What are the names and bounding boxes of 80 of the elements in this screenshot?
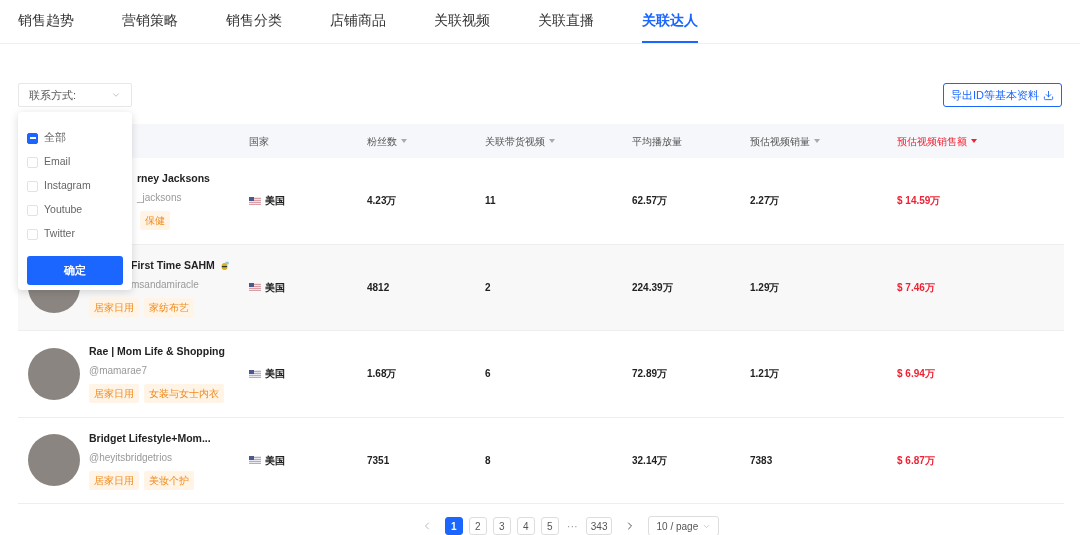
us-flag-icon	[249, 456, 261, 465]
tab[interactable]: 销售分类	[226, 0, 282, 43]
tab[interactable]: 店铺商品	[330, 0, 386, 43]
table-cell-text: 8	[485, 453, 492, 468]
table-cell-text: 72.89万	[632, 367, 669, 382]
table-cell-text: 6	[485, 367, 492, 382]
column-header[interactable]: 预估视频销量	[750, 133, 810, 149]
table-cell-text: 32.14万	[632, 453, 669, 468]
creator-name: First Time SAHM	[131, 257, 215, 273]
page-button[interactable]: 5	[540, 517, 559, 535]
table-cell-text: 11	[485, 194, 497, 209]
table-cell-text: 224.39万	[632, 280, 674, 295]
category-tag: 美妆个护	[144, 470, 194, 490]
page-button[interactable]: 2	[468, 517, 487, 535]
category-tag: 保健	[140, 211, 170, 231]
creator-handle: @heyitsbridgetrios	[89, 450, 173, 465]
table-cell-text: $ 6.94万	[897, 367, 936, 382]
table-cell-text: $ 7.46万	[897, 280, 936, 295]
creator-handle: @mamarae7	[89, 364, 148, 379]
download-icon	[1043, 89, 1054, 101]
table-cell-text: $ 14.59万	[897, 194, 942, 209]
option-label: Youtube	[44, 202, 83, 218]
table-cell-text: 2.27万	[750, 194, 781, 209]
filter-select[interactable]: 联系方式:	[18, 83, 132, 107]
page-button[interactable]: 3	[492, 517, 511, 535]
creator-name: rney Jacksons	[137, 171, 210, 187]
page-size-select[interactable]: 10 / page	[648, 516, 720, 535]
creator-handle: msandamiracle	[131, 277, 200, 292]
column-header[interactable]: 预估视频销售额	[897, 133, 967, 149]
us-flag-icon	[249, 196, 261, 205]
option-label: Email	[44, 154, 71, 170]
tab[interactable]: 关联直播	[538, 0, 594, 43]
tab[interactable]: 关联达人	[642, 0, 698, 43]
avatar-placeholder	[28, 347, 80, 400]
option-label: 全部	[44, 130, 66, 146]
sort-caret-icon[interactable]	[814, 139, 820, 143]
sort-caret-icon[interactable]	[971, 139, 977, 143]
category-tag: 居家日用	[89, 384, 139, 404]
category-tag: 居家日用	[89, 470, 139, 490]
tab[interactable]: 营销策略	[122, 0, 178, 43]
sort-caret-icon[interactable]	[549, 139, 555, 143]
page-button[interactable]: 1	[444, 517, 463, 535]
sort-caret-icon[interactable]	[401, 139, 407, 143]
column-header[interactable]: 粉丝数	[367, 133, 397, 149]
table-cell-text: 1.21万	[750, 367, 781, 382]
country-text: 美国	[265, 194, 285, 209]
tab[interactable]: 销售趋势	[18, 0, 74, 43]
table-cell-text: $ 6.87万	[897, 453, 936, 468]
creator-name: Rae | Mom Life & Shopping	[89, 344, 225, 360]
export-button[interactable]: 导出ID等基本资料	[943, 83, 1062, 107]
category-tag: 家纺布艺	[144, 297, 194, 317]
chevron-down-icon	[111, 90, 121, 100]
column-header: 平均播放量	[632, 134, 682, 149]
checkbox[interactable]	[27, 132, 38, 144]
table-cell-text: 4.23万	[367, 194, 398, 209]
us-flag-icon	[249, 283, 261, 292]
page-button[interactable]: 4	[516, 517, 535, 535]
creator-name: Bridget Lifestyle+Mom...	[89, 430, 211, 446]
country-text: 美国	[265, 453, 285, 468]
option-label: Twitter	[44, 226, 75, 242]
confirm-button[interactable]: 确定	[27, 256, 123, 285]
table-cell-text: 1.68万	[367, 367, 398, 382]
table-cell-text: 7383	[750, 453, 774, 468]
category-tag: 居家日用	[89, 297, 139, 317]
table-cell-text: 4812	[367, 280, 391, 295]
creator-handle: _jacksons	[137, 191, 183, 206]
table-cell-text: 62.57万	[632, 194, 669, 209]
table-cell-text: 7351	[367, 453, 391, 468]
avatar-placeholder	[28, 434, 80, 487]
us-flag-icon	[249, 369, 261, 378]
table-cell-text: 1.29万	[750, 280, 781, 295]
column-header[interactable]: 关联带货视频	[485, 133, 545, 149]
option-label: Instagram	[44, 178, 91, 194]
country-text: 美国	[265, 367, 285, 382]
category-tag: 女装与女士内衣	[144, 384, 224, 404]
column-header: 国家	[249, 134, 269, 149]
country-text: 美国	[265, 280, 285, 295]
table-cell-text: 2	[485, 280, 492, 295]
page-button[interactable]: 343	[585, 517, 613, 535]
tab[interactable]: 关联视频	[434, 0, 490, 43]
